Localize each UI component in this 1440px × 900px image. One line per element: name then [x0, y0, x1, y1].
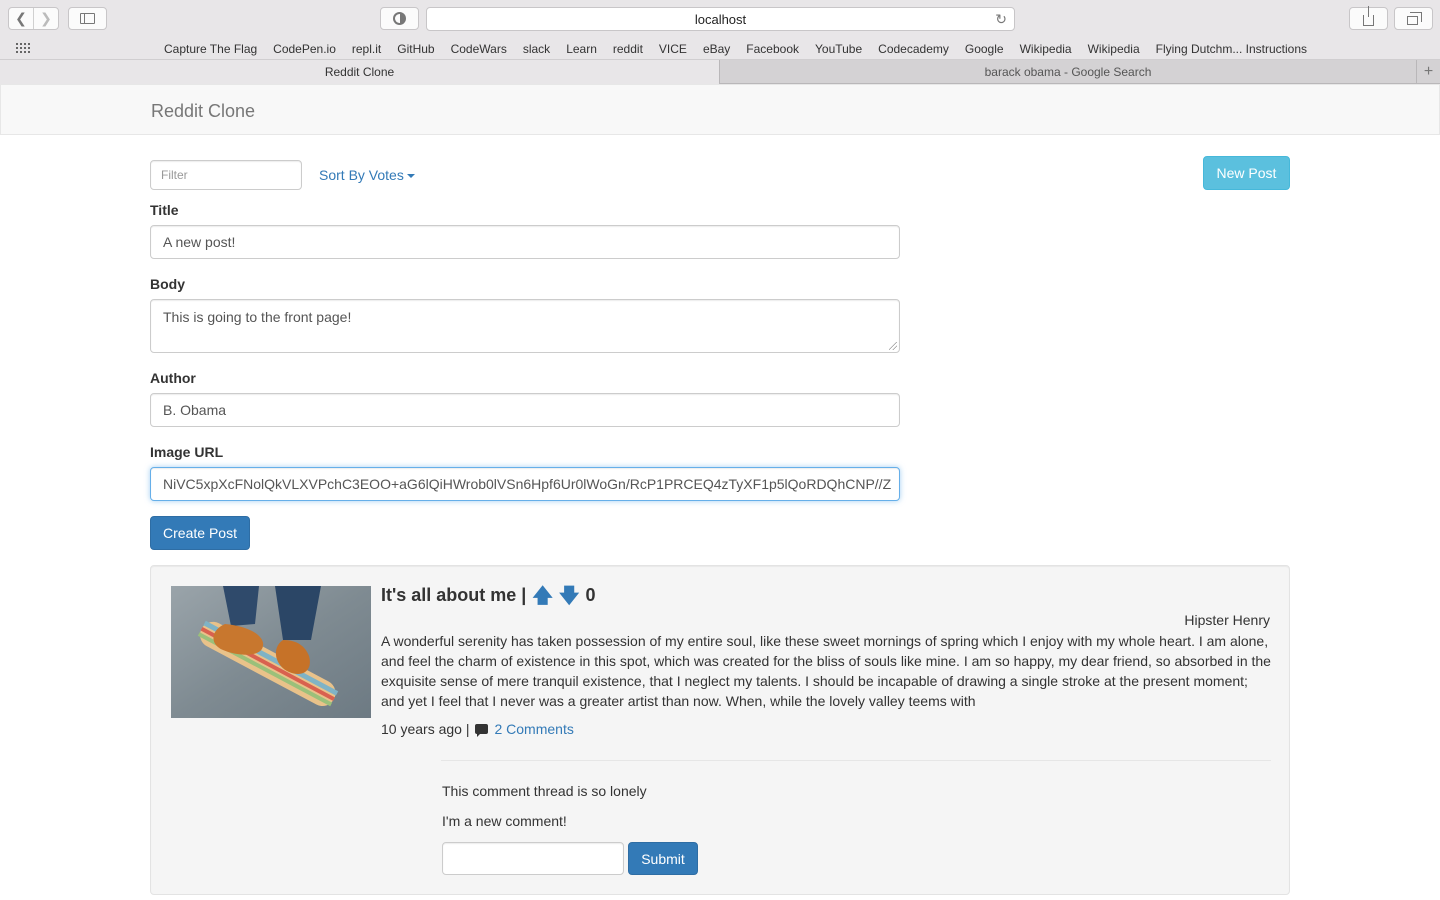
tab-reddit-clone[interactable]: Reddit Clone — [0, 60, 720, 84]
share-icon — [1363, 6, 1374, 26]
author-value: B. Obama — [163, 402, 227, 418]
image-url-label: Image URL — [150, 444, 224, 460]
post-body: A wonderful serenity has taken possessio… — [381, 633, 1271, 709]
title-value: A new post! — [163, 234, 236, 250]
privacy-button[interactable] — [380, 7, 419, 30]
author-label: Author — [150, 370, 196, 386]
bookmark-item[interactable]: Codecademy — [878, 42, 949, 56]
title-input[interactable]: A new post! — [150, 225, 900, 259]
filter-input[interactable] — [150, 160, 302, 190]
create-post-button[interactable]: Create Post — [150, 516, 250, 550]
shield-icon — [393, 12, 406, 25]
comment-item: This comment thread is so lonely — [442, 783, 647, 799]
new-tab-icon[interactable]: + — [1416, 60, 1440, 84]
post-author: Hipster Henry — [1184, 612, 1270, 628]
tab-label: barack obama - Google Search — [984, 65, 1152, 79]
bookmarks-bar: Capture The Flag CodePen.io repl.it GitH… — [0, 38, 1440, 60]
tab-google-search[interactable]: barack obama - Google Search — [720, 60, 1416, 84]
body-textarea[interactable]: This is going to the front page! — [150, 299, 900, 353]
post-title-text: It's all about me | — [381, 585, 527, 605]
comments-divider — [441, 760, 1271, 761]
forward-icon[interactable]: ❯ — [33, 8, 58, 29]
bookmark-item[interactable]: CodePen.io — [273, 42, 336, 56]
comment-bubble-icon — [475, 724, 489, 737]
bookmark-item[interactable]: Wikipedia — [1020, 42, 1072, 56]
show-tabs-button[interactable] — [1394, 7, 1433, 30]
tab-bar: Reddit Clone barack obama - Google Searc… — [0, 60, 1440, 84]
bookmark-item[interactable]: Flying Dutchm... Instructions — [1156, 42, 1307, 56]
body-label: Body — [150, 276, 185, 292]
image-url-value: NiVC5xpXcFNolQkVLXVPchC3EOO+aG6lQiHWrob0… — [163, 476, 892, 492]
bookmark-item[interactable]: VICE — [659, 42, 687, 56]
bookmark-item[interactable]: Capture The Flag — [164, 42, 257, 56]
sort-label: Sort By Votes — [319, 167, 404, 183]
navbar-brand[interactable]: Reddit Clone — [151, 101, 255, 122]
back-icon[interactable]: ❮ — [9, 8, 33, 29]
bookmark-item[interactable]: reddit — [613, 42, 643, 56]
body-value: This is going to the front page! — [163, 309, 352, 325]
upvote-arrow-icon[interactable]: 🡅 — [532, 586, 553, 606]
caret-down-icon — [406, 174, 415, 178]
comments-toggle-link[interactable]: 2 Comments — [494, 721, 573, 737]
bookmark-item[interactable]: Google — [965, 42, 1004, 56]
bookmark-item[interactable]: GitHub — [397, 42, 434, 56]
share-button[interactable] — [1349, 6, 1388, 30]
bookmark-item[interactable]: slack — [523, 42, 550, 56]
bookmark-item[interactable]: YouTube — [815, 42, 862, 56]
post-age: 10 years ago | — [381, 721, 470, 737]
new-post-button[interactable]: New Post — [1203, 156, 1290, 190]
tabs-overview-icon — [1406, 11, 1422, 25]
history-nav: ❮ ❯ — [8, 7, 59, 30]
resize-grip-icon[interactable] — [889, 342, 897, 350]
post-title: It's all about me | 🡅 🡇 0 — [381, 585, 596, 606]
title-label: Title — [150, 202, 179, 218]
sidebar-toggle-button[interactable] — [68, 7, 107, 30]
downvote-arrow-icon[interactable]: 🡇 — [559, 586, 580, 606]
image-url-input[interactable]: NiVC5xpXcFNolQkVLXVPchC3EOO+aG6lQiHWrob0… — [150, 467, 900, 501]
comment-item: I'm a new comment! — [442, 813, 567, 829]
bookmark-item[interactable]: Learn — [566, 42, 597, 56]
comment-input[interactable] — [442, 842, 624, 875]
vote-count: 0 — [585, 585, 596, 605]
bookmark-item[interactable]: Wikipedia — [1088, 42, 1140, 56]
bookmark-item[interactable]: repl.it — [352, 42, 381, 56]
navbar: Reddit Clone — [0, 84, 1440, 135]
address-bar[interactable]: localhost ↻ — [426, 7, 1015, 31]
address-text: localhost — [694, 11, 747, 27]
bookmark-item[interactable]: CodeWars — [451, 42, 507, 56]
comment-submit-button[interactable]: Submit — [628, 842, 698, 875]
tab-label: Reddit Clone — [324, 65, 395, 79]
post-image — [171, 586, 371, 718]
reload-icon[interactable]: ↻ — [995, 11, 1007, 28]
sidebar-icon — [80, 13, 95, 24]
bookmark-item[interactable]: Facebook — [746, 42, 799, 56]
post-meta: 10 years ago | 2 Comments — [381, 721, 574, 737]
author-input[interactable]: B. Obama — [150, 393, 900, 427]
bookmark-list: Capture The Flag CodePen.io repl.it GitH… — [164, 42, 1307, 56]
bookmark-item[interactable]: eBay — [703, 42, 730, 56]
post-card: It's all about me | 🡅 🡇 0 Hipster Henry … — [150, 565, 1290, 895]
browser-toolbar: ❮ ❯ localhost ↻ — [0, 0, 1440, 38]
apps-grid-icon[interactable] — [16, 43, 30, 54]
sort-dropdown[interactable]: Sort By Votes — [319, 167, 415, 183]
